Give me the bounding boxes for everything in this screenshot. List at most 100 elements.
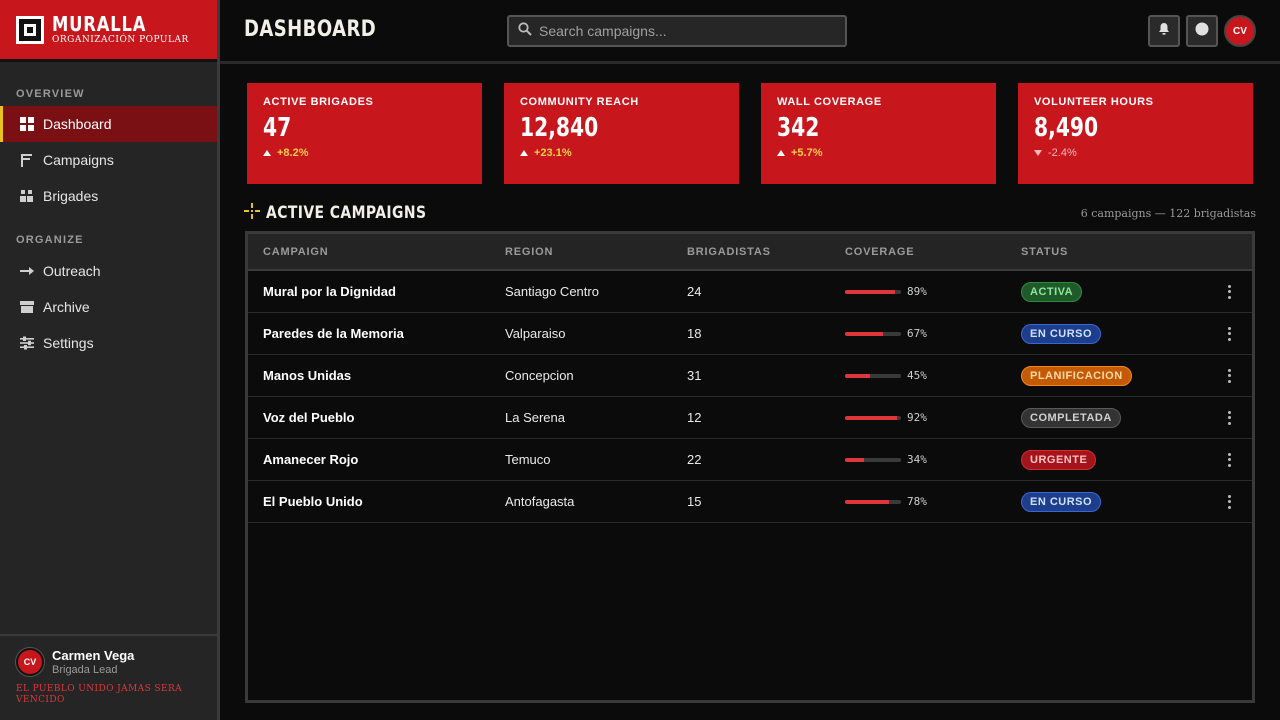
arrow-right-icon	[20, 264, 34, 278]
more-options-icon[interactable]	[1224, 494, 1234, 509]
trend-up-icon	[263, 150, 271, 156]
header-avatar[interactable]: CV	[1224, 15, 1256, 47]
brand-subtitle: ORGANIZACIÓN POPULAR	[52, 35, 189, 45]
stat-value: 47	[263, 113, 292, 143]
sidebar-item-dashboard[interactable]: Dashboard	[0, 106, 217, 142]
user-name: Carmen Vega	[52, 648, 135, 663]
campaign-region: Santiago Centro	[505, 284, 599, 299]
campaign-name[interactable]: Manos Unidas	[263, 368, 351, 383]
sidebar-item-label: Campaigns	[43, 152, 114, 168]
nav-section-organize: ORGANIZE	[16, 234, 84, 246]
users-icon	[20, 189, 34, 203]
status-badge: EN CURSO	[1021, 323, 1102, 344]
coverage-percent: 89%	[907, 285, 927, 298]
logo-icon	[16, 15, 44, 44]
dot	[1227, 505, 1231, 509]
table-row[interactable]: El Pueblo Unido Antofagasta 15 78% EN CURSO	[248, 481, 1252, 523]
stat-card-community-reach[interactable]: COMMUNITY REACH 12,840 +23.1%	[504, 83, 739, 184]
table-row[interactable]: Voz del Pueblo La Serena 12 92% COMPLETADA	[248, 397, 1252, 439]
sidebar-item-brigades[interactable]: Brigades	[0, 178, 217, 214]
coverage-cell: 89%	[845, 285, 927, 298]
page-title: DASHBOARD	[244, 17, 377, 42]
column-header-coverage[interactable]: COVERAGE	[845, 246, 914, 258]
coverage-bar	[845, 457, 901, 462]
stat-card-wall-coverage[interactable]: WALL COVERAGE 342 +5.7%	[761, 83, 996, 184]
column-header-brigadistas[interactable]: BRIGADISTAS	[687, 246, 771, 258]
sidebar-item-label: Outreach	[43, 263, 101, 279]
search-box[interactable]	[507, 15, 847, 47]
stat-delta-text: +8.2%	[277, 147, 309, 159]
avatar: CV	[16, 648, 44, 676]
table-row[interactable]: Mural por la Dignidad Santiago Centro 24 89…	[248, 271, 1252, 313]
dot	[1227, 379, 1231, 383]
campaign-name[interactable]: Voz del Pueblo	[263, 410, 355, 425]
campaign-name[interactable]: Amanecer Rojo	[263, 452, 358, 467]
table-row[interactable]: Paredes de la Memoria Valparaiso 18 67% EN C…	[248, 313, 1252, 355]
status-cell: PLANIFICACION	[1021, 365, 1132, 386]
column-header-status[interactable]: STATUS	[1021, 246, 1068, 258]
stat-delta-text: +23.1%	[534, 147, 572, 159]
more-options-icon[interactable]	[1224, 326, 1234, 341]
dot	[1227, 500, 1231, 503]
sidebar-item-archive[interactable]: Archive	[0, 289, 217, 325]
campaign-brigadistas: 12	[687, 410, 702, 425]
campaign-name[interactable]: Paredes de la Memoria	[263, 326, 404, 341]
app-root: MURALLA ORGANIZACIÓN POPULAR OVERVIEW Da…	[0, 0, 1280, 720]
stat-card-active-brigades[interactable]: ACTIVE BRIGADES 47 +8.2%	[247, 83, 482, 184]
stat-delta: +23.1%	[520, 147, 723, 159]
coverage-bar-fill	[845, 499, 889, 504]
user-profile[interactable]: CV Carmen Vega Brigada Lead	[16, 648, 201, 676]
more-options-icon[interactable]	[1224, 452, 1234, 467]
circle-icon	[1195, 22, 1209, 41]
section-title: ACTIVE CAMPAIGNS	[266, 203, 427, 223]
coverage-cell: 78%	[845, 495, 927, 508]
stat-value: 12,840	[520, 113, 599, 143]
theme-toggle-button[interactable]	[1186, 15, 1218, 47]
stat-delta: -2.4%	[1034, 147, 1237, 159]
campaign-region: Valparaiso	[505, 326, 566, 341]
more-options-icon[interactable]	[1224, 368, 1234, 383]
trend-up-icon	[777, 150, 785, 156]
trend-down-icon	[1034, 150, 1042, 156]
table-row[interactable]: Amanecer Rojo Temuco 22 34% URGENTE	[248, 439, 1252, 481]
status-cell: URGENTE	[1021, 449, 1097, 470]
stat-delta-text: +5.7%	[791, 147, 823, 159]
coverage-cell: 34%	[845, 453, 927, 466]
dot	[1227, 284, 1231, 288]
brand-text: MURALLA ORGANIZACIÓN POPULAR	[52, 14, 189, 45]
dot	[1227, 295, 1231, 299]
trend-up-icon	[520, 150, 528, 156]
sliders-icon	[20, 336, 34, 350]
dot	[1227, 290, 1231, 293]
column-header-campaign[interactable]: CAMPAIGN	[263, 246, 328, 258]
sidebar-item-label: Dashboard	[43, 116, 112, 132]
sidebar-item-outreach[interactable]: Outreach	[0, 253, 217, 289]
grid-icon	[20, 117, 34, 131]
dot	[1227, 374, 1231, 377]
table-row[interactable]: Manos Unidas Concepcion 31 45% PLANIFICACION	[248, 355, 1252, 397]
sidebar-item-settings[interactable]: Settings	[0, 325, 217, 361]
brand-header[interactable]: MURALLA ORGANIZACIÓN POPULAR	[0, 0, 217, 62]
more-options-icon[interactable]	[1224, 284, 1234, 299]
stat-label: WALL COVERAGE	[777, 96, 882, 108]
more-options-icon[interactable]	[1224, 410, 1234, 425]
stat-card-volunteer-hours[interactable]: VOLUNTEER HOURS 8,490 -2.4%	[1018, 83, 1253, 184]
dot	[1227, 452, 1231, 456]
archive-icon	[20, 300, 34, 314]
campaign-name[interactable]: El Pueblo Unido	[263, 494, 363, 509]
stat-value: 8,490	[1034, 113, 1099, 143]
dot	[1227, 494, 1231, 498]
coverage-bar	[845, 331, 901, 336]
sidebar-item-campaigns[interactable]: Campaigns	[0, 142, 217, 178]
search-input[interactable]	[539, 23, 829, 39]
user-role: Brigada Lead	[52, 664, 118, 676]
stat-delta: +8.2%	[263, 147, 466, 159]
campaign-name[interactable]: Mural por la Dignidad	[263, 284, 396, 299]
campaign-brigadistas: 31	[687, 368, 702, 383]
notifications-button[interactable]	[1148, 15, 1180, 47]
column-header-region[interactable]: REGION	[505, 246, 553, 258]
campaign-region: Antofagasta	[505, 494, 575, 509]
sidebar-item-label: Settings	[43, 335, 94, 351]
coverage-bar	[845, 415, 901, 420]
dot	[1227, 410, 1231, 414]
